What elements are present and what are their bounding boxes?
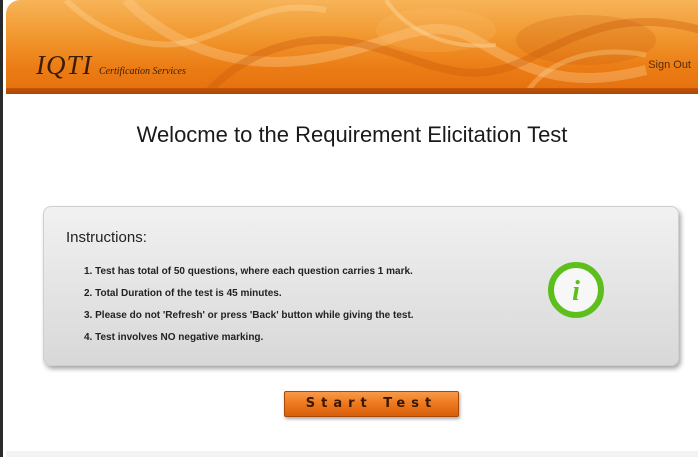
header-bar: IQTI Certification Services Sign Out (6, 0, 698, 94)
instruction-item: 2. Total Duration of the test is 45 minu… (84, 288, 282, 299)
page-title: Welocme to the Requirement Elicitation T… (136, 122, 568, 147)
instruction-item: 1. Test has total of 50 questions, where… (84, 266, 413, 277)
instructions-heading: Instructions: (66, 229, 147, 246)
info-glyph: i (572, 276, 580, 307)
instructions-list: 1. Test has total of 50 questions, where… (84, 261, 414, 349)
instructions-panel: Instructions: 1. Test has total of 50 qu… (43, 206, 679, 366)
header-divider (6, 88, 698, 94)
app-window: IQTI Certification Services Sign Out Wel… (0, 0, 698, 457)
brand-logo: IQTI Certification Services (36, 50, 186, 81)
info-icon: i (548, 262, 604, 318)
start-test-button[interactable]: Start Test (284, 391, 459, 417)
brand-tagline: Certification Services (98, 66, 186, 77)
footer-strip (6, 451, 698, 457)
instruction-item: 4. Test involves NO negative marking. (84, 332, 264, 343)
sign-out-link[interactable]: Sign Out (648, 59, 691, 71)
instruction-item: 3. Please do not 'Refresh' or press 'Bac… (84, 310, 414, 321)
brand-name: IQTI (36, 50, 93, 80)
